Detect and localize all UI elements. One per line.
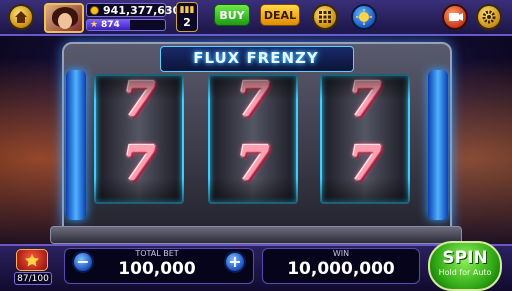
- win-label: WIN: [332, 249, 350, 258]
- decrease-bet-button[interactable]: −: [72, 251, 94, 273]
- total-bet-label: TOTAL BET: [135, 249, 179, 258]
- reel-symbol: 7: [348, 136, 382, 192]
- left-neon-column: [66, 70, 86, 220]
- spin-hint: Hold for Auto: [438, 268, 492, 277]
- globe-icon: [356, 9, 372, 25]
- settings-button[interactable]: [476, 4, 502, 30]
- coin-balance-value: 941,377,630: [103, 4, 181, 17]
- coin-balance: 941,377,630: [86, 3, 180, 17]
- reel-symbol: 7: [122, 72, 156, 128]
- star-icon: ★: [90, 20, 99, 30]
- avatar[interactable]: [44, 3, 84, 33]
- spin-label: SPIN: [442, 248, 488, 268]
- coin-icon: [90, 6, 99, 15]
- deal-button[interactable]: DEAL: [260, 4, 300, 26]
- machine-title: FLUX FRENZY: [193, 49, 319, 67]
- gift-icon: [25, 254, 39, 267]
- level-badge-icon: ▮▮▮: [179, 5, 195, 15]
- grid-menu-icon: [319, 11, 331, 23]
- xp-value: 874: [101, 20, 120, 30]
- buy-button[interactable]: BUY: [214, 4, 250, 26]
- social-button[interactable]: [351, 4, 377, 30]
- video-icon: [449, 13, 463, 21]
- right-neon-column: [428, 70, 448, 220]
- reel-symbol: 7: [236, 72, 270, 128]
- total-bet-value: 100,000: [118, 259, 196, 279]
- home-icon: [15, 11, 27, 23]
- gear-icon: [482, 10, 496, 24]
- win-value: 10,000,000: [287, 259, 395, 279]
- reel-symbol: 7: [236, 136, 270, 192]
- level-number: 2: [183, 16, 191, 29]
- level-badge[interactable]: ▮▮▮ 2: [176, 2, 198, 32]
- machine-base: [50, 226, 462, 244]
- video-reward-button[interactable]: [442, 4, 468, 30]
- gift-button[interactable]: [16, 249, 48, 271]
- reel-symbol: 7: [122, 136, 156, 192]
- games-menu-button[interactable]: [312, 4, 338, 30]
- spin-button[interactable]: SPIN Hold for Auto: [428, 241, 502, 291]
- increase-bet-button[interactable]: +: [224, 251, 246, 273]
- xp-bar: ★ 874: [86, 19, 166, 31]
- home-button[interactable]: [8, 4, 34, 30]
- reel-symbol: 7: [348, 72, 382, 128]
- gift-count: 87/100: [14, 272, 52, 285]
